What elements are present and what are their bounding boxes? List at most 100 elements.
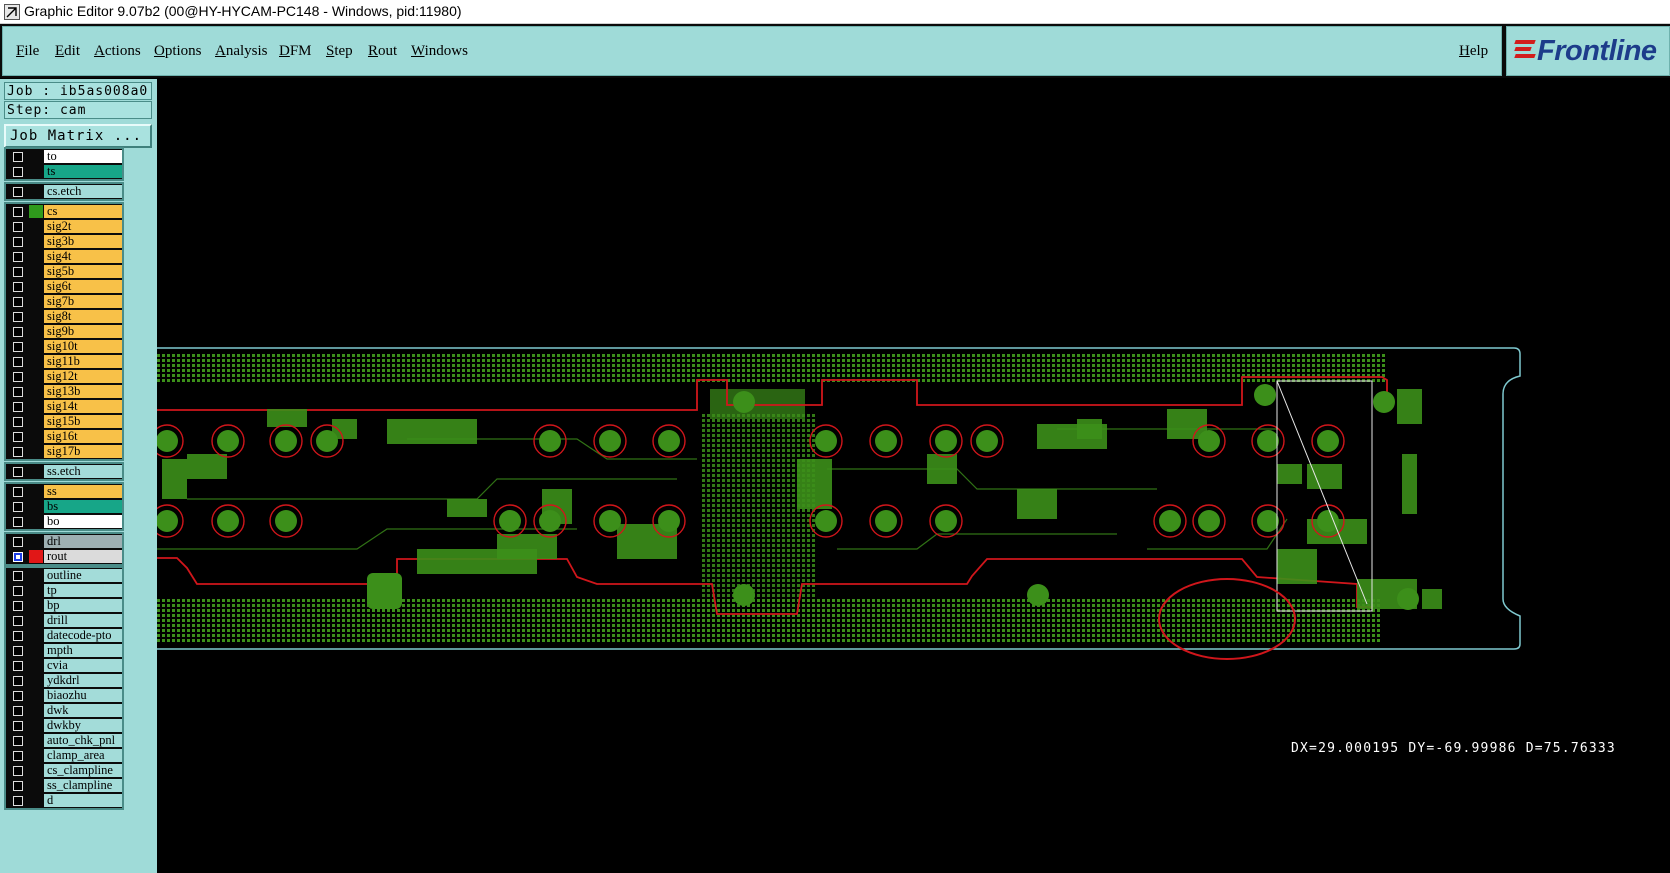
layer-row[interactable]: to — [6, 149, 122, 164]
layer-color-swatch[interactable] — [29, 370, 43, 383]
layer-checkbox[interactable] — [13, 357, 23, 367]
layer-color-swatch[interactable] — [29, 295, 43, 308]
layer-name[interactable]: sig12t — [44, 370, 122, 383]
layer-row[interactable]: mpth — [6, 643, 122, 658]
layer-row[interactable]: dwk — [6, 703, 122, 718]
layer-checkbox[interactable] — [13, 327, 23, 337]
layer-row[interactable]: sig14t — [6, 399, 122, 414]
layer-name[interactable]: bo — [44, 515, 122, 528]
layer-name[interactable]: sig16t — [44, 430, 122, 443]
layer-checkbox[interactable] — [13, 517, 23, 527]
layer-name[interactable]: sig15b — [44, 415, 122, 428]
layer-checkbox[interactable] — [13, 297, 23, 307]
layer-checkbox[interactable] — [13, 691, 23, 701]
layer-row[interactable]: auto_chk_pnl — [6, 733, 122, 748]
layer-checkbox[interactable] — [13, 537, 23, 547]
layer-row[interactable]: sig17b — [6, 444, 122, 459]
layer-name[interactable]: tp — [44, 584, 122, 597]
layer-color-swatch[interactable] — [29, 445, 43, 458]
layer-checkbox[interactable] — [13, 502, 23, 512]
layer-row[interactable]: rout — [6, 549, 122, 564]
menu-windows[interactable]: Windows — [411, 43, 468, 60]
layer-color-swatch[interactable] — [29, 500, 43, 513]
layer-row[interactable]: bo — [6, 514, 122, 529]
layer-row[interactable]: sig11b — [6, 354, 122, 369]
layer-row[interactable]: cs_clampline — [6, 763, 122, 778]
layer-name[interactable]: dwkby — [44, 719, 122, 732]
layer-name[interactable]: outline — [44, 569, 122, 582]
layer-name[interactable]: ts — [44, 165, 122, 178]
layer-name[interactable]: sig5b — [44, 265, 122, 278]
layer-name[interactable]: sig14t — [44, 400, 122, 413]
layer-color-swatch[interactable] — [29, 764, 43, 777]
layer-name[interactable]: bs — [44, 500, 122, 513]
layer-color-swatch[interactable] — [29, 400, 43, 413]
layer-checkbox[interactable] — [13, 487, 23, 497]
layer-checkbox[interactable] — [13, 417, 23, 427]
layer-row[interactable]: d — [6, 793, 122, 808]
layer-checkbox[interactable] — [13, 631, 23, 641]
menu-step[interactable]: Step — [326, 43, 353, 60]
layer-row[interactable]: cs.etch — [6, 184, 122, 199]
layer-name[interactable]: ss.etch — [44, 465, 122, 478]
layer-checkbox[interactable] — [13, 447, 23, 457]
layer-checkbox[interactable] — [13, 616, 23, 626]
job-matrix-button[interactable]: Job Matrix ... — [4, 124, 152, 148]
layer-name[interactable]: to — [44, 150, 122, 163]
layer-color-swatch[interactable] — [29, 415, 43, 428]
layer-name[interactable]: sig7b — [44, 295, 122, 308]
layer-name[interactable]: sig11b — [44, 355, 122, 368]
layer-name[interactable]: cvia — [44, 659, 122, 672]
layer-color-swatch[interactable] — [29, 535, 43, 548]
layer-row[interactable]: sig6t — [6, 279, 122, 294]
layer-color-swatch[interactable] — [29, 325, 43, 338]
layer-name[interactable]: sig9b — [44, 325, 122, 338]
layer-name[interactable]: clamp_area — [44, 749, 122, 762]
layer-color-swatch[interactable] — [29, 704, 43, 717]
layer-row[interactable]: sig16t — [6, 429, 122, 444]
layer-checkbox[interactable] — [13, 187, 23, 197]
layer-color-swatch[interactable] — [29, 644, 43, 657]
layer-name[interactable]: sig10t — [44, 340, 122, 353]
layer-color-swatch[interactable] — [29, 265, 43, 278]
layer-checkbox[interactable] — [13, 342, 23, 352]
layer-checkbox[interactable] — [13, 661, 23, 671]
layer-color-swatch[interactable] — [29, 385, 43, 398]
layer-color-swatch[interactable] — [29, 220, 43, 233]
layer-color-swatch[interactable] — [29, 629, 43, 642]
layer-row[interactable]: sig5b — [6, 264, 122, 279]
layer-row[interactable]: sig13b — [6, 384, 122, 399]
layer-name[interactable]: datecode-pto — [44, 629, 122, 642]
layer-checkbox[interactable] — [13, 207, 23, 217]
layer-checkbox[interactable] — [13, 751, 23, 761]
layer-checkbox[interactable] — [13, 167, 23, 177]
layer-color-swatch[interactable] — [29, 250, 43, 263]
layer-color-swatch[interactable] — [29, 355, 43, 368]
layer-name[interactable]: ss_clampline — [44, 779, 122, 792]
layer-name[interactable]: sig13b — [44, 385, 122, 398]
layer-checkbox[interactable] — [13, 586, 23, 596]
layer-name[interactable]: sig4t — [44, 250, 122, 263]
layer-row[interactable]: ss_clampline — [6, 778, 122, 793]
menu-file[interactable]: File — [16, 43, 39, 60]
layer-color-swatch[interactable] — [29, 584, 43, 597]
layer-checkbox[interactable] — [13, 432, 23, 442]
menu-actions[interactable]: Actions — [94, 43, 141, 60]
layer-color-swatch[interactable] — [29, 280, 43, 293]
layer-row[interactable]: bp — [6, 598, 122, 613]
layer-name[interactable]: sig8t — [44, 310, 122, 323]
graphics-canvas[interactable]: DX=29.000195 DY=-69.99986 D=75.76333 — [157, 79, 1670, 873]
layer-checkbox[interactable] — [13, 736, 23, 746]
layer-name[interactable]: rout — [44, 550, 122, 563]
layer-checkbox[interactable] — [13, 222, 23, 232]
layer-color-swatch[interactable] — [29, 185, 43, 198]
layer-row[interactable]: sig15b — [6, 414, 122, 429]
layer-name[interactable]: cs — [44, 205, 122, 218]
layer-checkbox[interactable] — [13, 387, 23, 397]
layer-color-swatch[interactable] — [29, 430, 43, 443]
layer-name[interactable]: sig3b — [44, 235, 122, 248]
layer-row[interactable]: outline — [6, 568, 122, 583]
layer-name[interactable]: drill — [44, 614, 122, 627]
layer-row[interactable]: sig10t — [6, 339, 122, 354]
layer-checkbox[interactable] — [13, 237, 23, 247]
